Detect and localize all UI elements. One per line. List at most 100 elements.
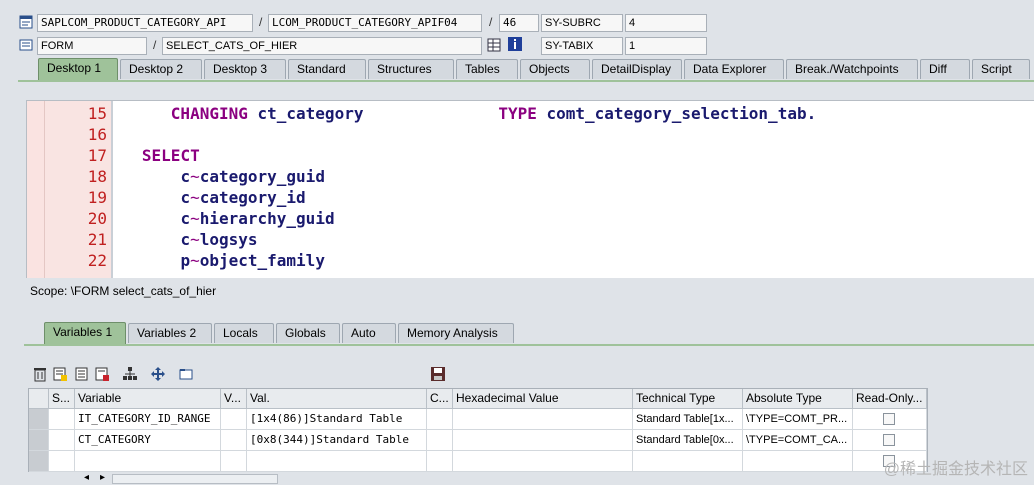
- code-line[interactable]: CHANGING ct_category TYPE comt_category_…: [113, 103, 1034, 124]
- block-type-field[interactable]: FORM: [37, 37, 147, 55]
- line-number: 20: [87, 209, 107, 228]
- tab-objects[interactable]: Objects: [520, 59, 590, 79]
- cell-read-only: [853, 430, 927, 451]
- main-tabstrip: Desktop 1 Desktop 2 Desktop 3 Standard S…: [0, 58, 1034, 80]
- tab-desktop-2[interactable]: Desktop 2: [120, 59, 202, 79]
- code-identifier: logsys: [199, 230, 258, 249]
- delete-icon[interactable]: [32, 366, 48, 382]
- cell-variable[interactable]: CT_CATEGORY: [75, 430, 221, 451]
- source-code-view[interactable]: CHANGING ct_category TYPE comt_category_…: [26, 100, 1034, 278]
- export-list-icon[interactable]: [94, 366, 110, 382]
- move-icon[interactable]: [150, 366, 166, 382]
- code-line[interactable]: c~hierarchy_guid: [113, 208, 1034, 229]
- watermark: @稀土掘金技术社区: [883, 461, 1028, 478]
- cell-read-only: [853, 409, 927, 430]
- variables-grid[interactable]: S... Variable V... Val. C... Hexadecimal…: [28, 388, 928, 472]
- hierarchy-icon[interactable]: [122, 366, 138, 382]
- edit-list-icon[interactable]: [52, 366, 68, 382]
- col-header-value[interactable]: Val.: [247, 389, 427, 409]
- program-name-field[interactable]: SAPLCOM_PRODUCT_CATEGORY_API: [37, 14, 253, 32]
- block-name-field[interactable]: SELECT_CATS_OF_HIER: [162, 37, 482, 55]
- code-operator: ~: [190, 230, 200, 249]
- tab-structures[interactable]: Structures: [368, 59, 454, 79]
- row-selector[interactable]: [29, 409, 49, 430]
- cell-technical-type: Standard Table[0x...: [633, 430, 743, 451]
- tab-desktop-3[interactable]: Desktop 3: [204, 59, 286, 79]
- col-header-hex-value[interactable]: Hexadecimal Value: [453, 389, 633, 409]
- tab-underline: [18, 80, 1034, 82]
- tab-locals[interactable]: Locals: [214, 323, 274, 343]
- row-selector[interactable]: [29, 430, 49, 451]
- code-identifier: category_guid: [199, 167, 325, 186]
- include-name-field[interactable]: LCOM_PRODUCT_CATEGORY_APIF04: [268, 14, 482, 32]
- code-line[interactable]: c~category_id: [113, 187, 1034, 208]
- cell-value: [0x8(344)]Standard Table: [247, 430, 427, 451]
- tab-auto[interactable]: Auto: [342, 323, 396, 343]
- sysvar-tabix-label[interactable]: SY-TABIX: [541, 37, 623, 55]
- code-line[interactable]: c~category_guid: [113, 166, 1034, 187]
- code-identifier: c: [180, 230, 191, 249]
- cell-status: [49, 409, 75, 430]
- info-icon[interactable]: [508, 37, 522, 51]
- col-header-v[interactable]: V...: [221, 389, 247, 409]
- tab-standard[interactable]: Standard: [288, 59, 366, 79]
- cell-value: [1x4(86)]Standard Table: [247, 409, 427, 430]
- code-identifier: comt_category_selection_tab.: [546, 104, 817, 123]
- sysvar-subrc-value[interactable]: 4: [625, 14, 707, 32]
- tab-data-explorer[interactable]: Data Explorer: [684, 59, 784, 79]
- tab-diff[interactable]: Diff: [920, 59, 970, 79]
- code-identifier: c: [180, 167, 191, 186]
- tab-script[interactable]: Script: [972, 59, 1030, 79]
- code-operator: ~: [190, 209, 200, 228]
- folder-icon[interactable]: [178, 366, 194, 382]
- tab-detaildisplay[interactable]: DetailDisplay: [592, 59, 682, 79]
- scroll-right-icon[interactable]: ▸: [100, 472, 105, 483]
- separator: /: [489, 15, 493, 29]
- tab-tables[interactable]: Tables: [456, 59, 518, 79]
- cell-variable[interactable]: IT_CATEGORY_ID_RANGE: [75, 409, 221, 430]
- sysvar-subrc-label[interactable]: SY-SUBRC: [541, 14, 623, 32]
- cell-variable[interactable]: [75, 451, 221, 472]
- read-only-checkbox[interactable]: [883, 434, 895, 446]
- tab-desktop-1[interactable]: Desktop 1: [38, 58, 118, 80]
- cell-hex-value: [453, 451, 633, 472]
- col-header-read-only[interactable]: Read-Only...: [853, 389, 927, 409]
- code-operator: ~: [190, 251, 200, 270]
- cell-c: [427, 430, 453, 451]
- save-icon[interactable]: [430, 366, 446, 382]
- code-identifier: hierarchy_guid: [199, 209, 335, 228]
- col-header-absolute-type[interactable]: Absolute Type: [743, 389, 853, 409]
- code-line[interactable]: [113, 124, 1034, 145]
- horizontal-scrollbar[interactable]: [112, 474, 278, 484]
- read-only-checkbox[interactable]: [883, 413, 895, 425]
- code-line[interactable]: c~logsys: [113, 229, 1034, 250]
- tab-globals[interactable]: Globals: [276, 323, 340, 343]
- line-number: 22: [87, 251, 107, 270]
- col-header-c[interactable]: C...: [427, 389, 453, 409]
- tab-variables-1[interactable]: Variables 1: [44, 322, 126, 344]
- code-line[interactable]: p~object_family: [113, 250, 1034, 271]
- col-header-status[interactable]: S...: [49, 389, 75, 409]
- tab-memory-analysis[interactable]: Memory Analysis: [398, 323, 514, 343]
- cell-v: [221, 451, 247, 472]
- tab-break-watchpoints[interactable]: Break./Watchpoints: [786, 59, 918, 79]
- row-selector[interactable]: [29, 451, 49, 472]
- code-line[interactable]: SELECT: [113, 145, 1034, 166]
- tab-variables-2[interactable]: Variables 2: [128, 323, 212, 343]
- col-header-technical-type[interactable]: Technical Type: [633, 389, 743, 409]
- code-operator: ~: [190, 188, 200, 207]
- list-icon[interactable]: [74, 366, 90, 382]
- line-number: 21: [87, 230, 107, 249]
- scroll-left-icon[interactable]: ◂: [84, 472, 89, 483]
- table-icon[interactable]: [487, 38, 501, 52]
- line-number-field[interactable]: 46: [499, 14, 539, 32]
- code-body[interactable]: CHANGING ct_category TYPE comt_category_…: [113, 101, 1034, 278]
- breakpoint-gutter[interactable]: [27, 101, 45, 278]
- line-number: 17: [87, 146, 107, 165]
- sysvar-tabix-value[interactable]: 1: [625, 37, 707, 55]
- col-header-variable[interactable]: Variable: [75, 389, 221, 409]
- code-identifier: c: [180, 188, 191, 207]
